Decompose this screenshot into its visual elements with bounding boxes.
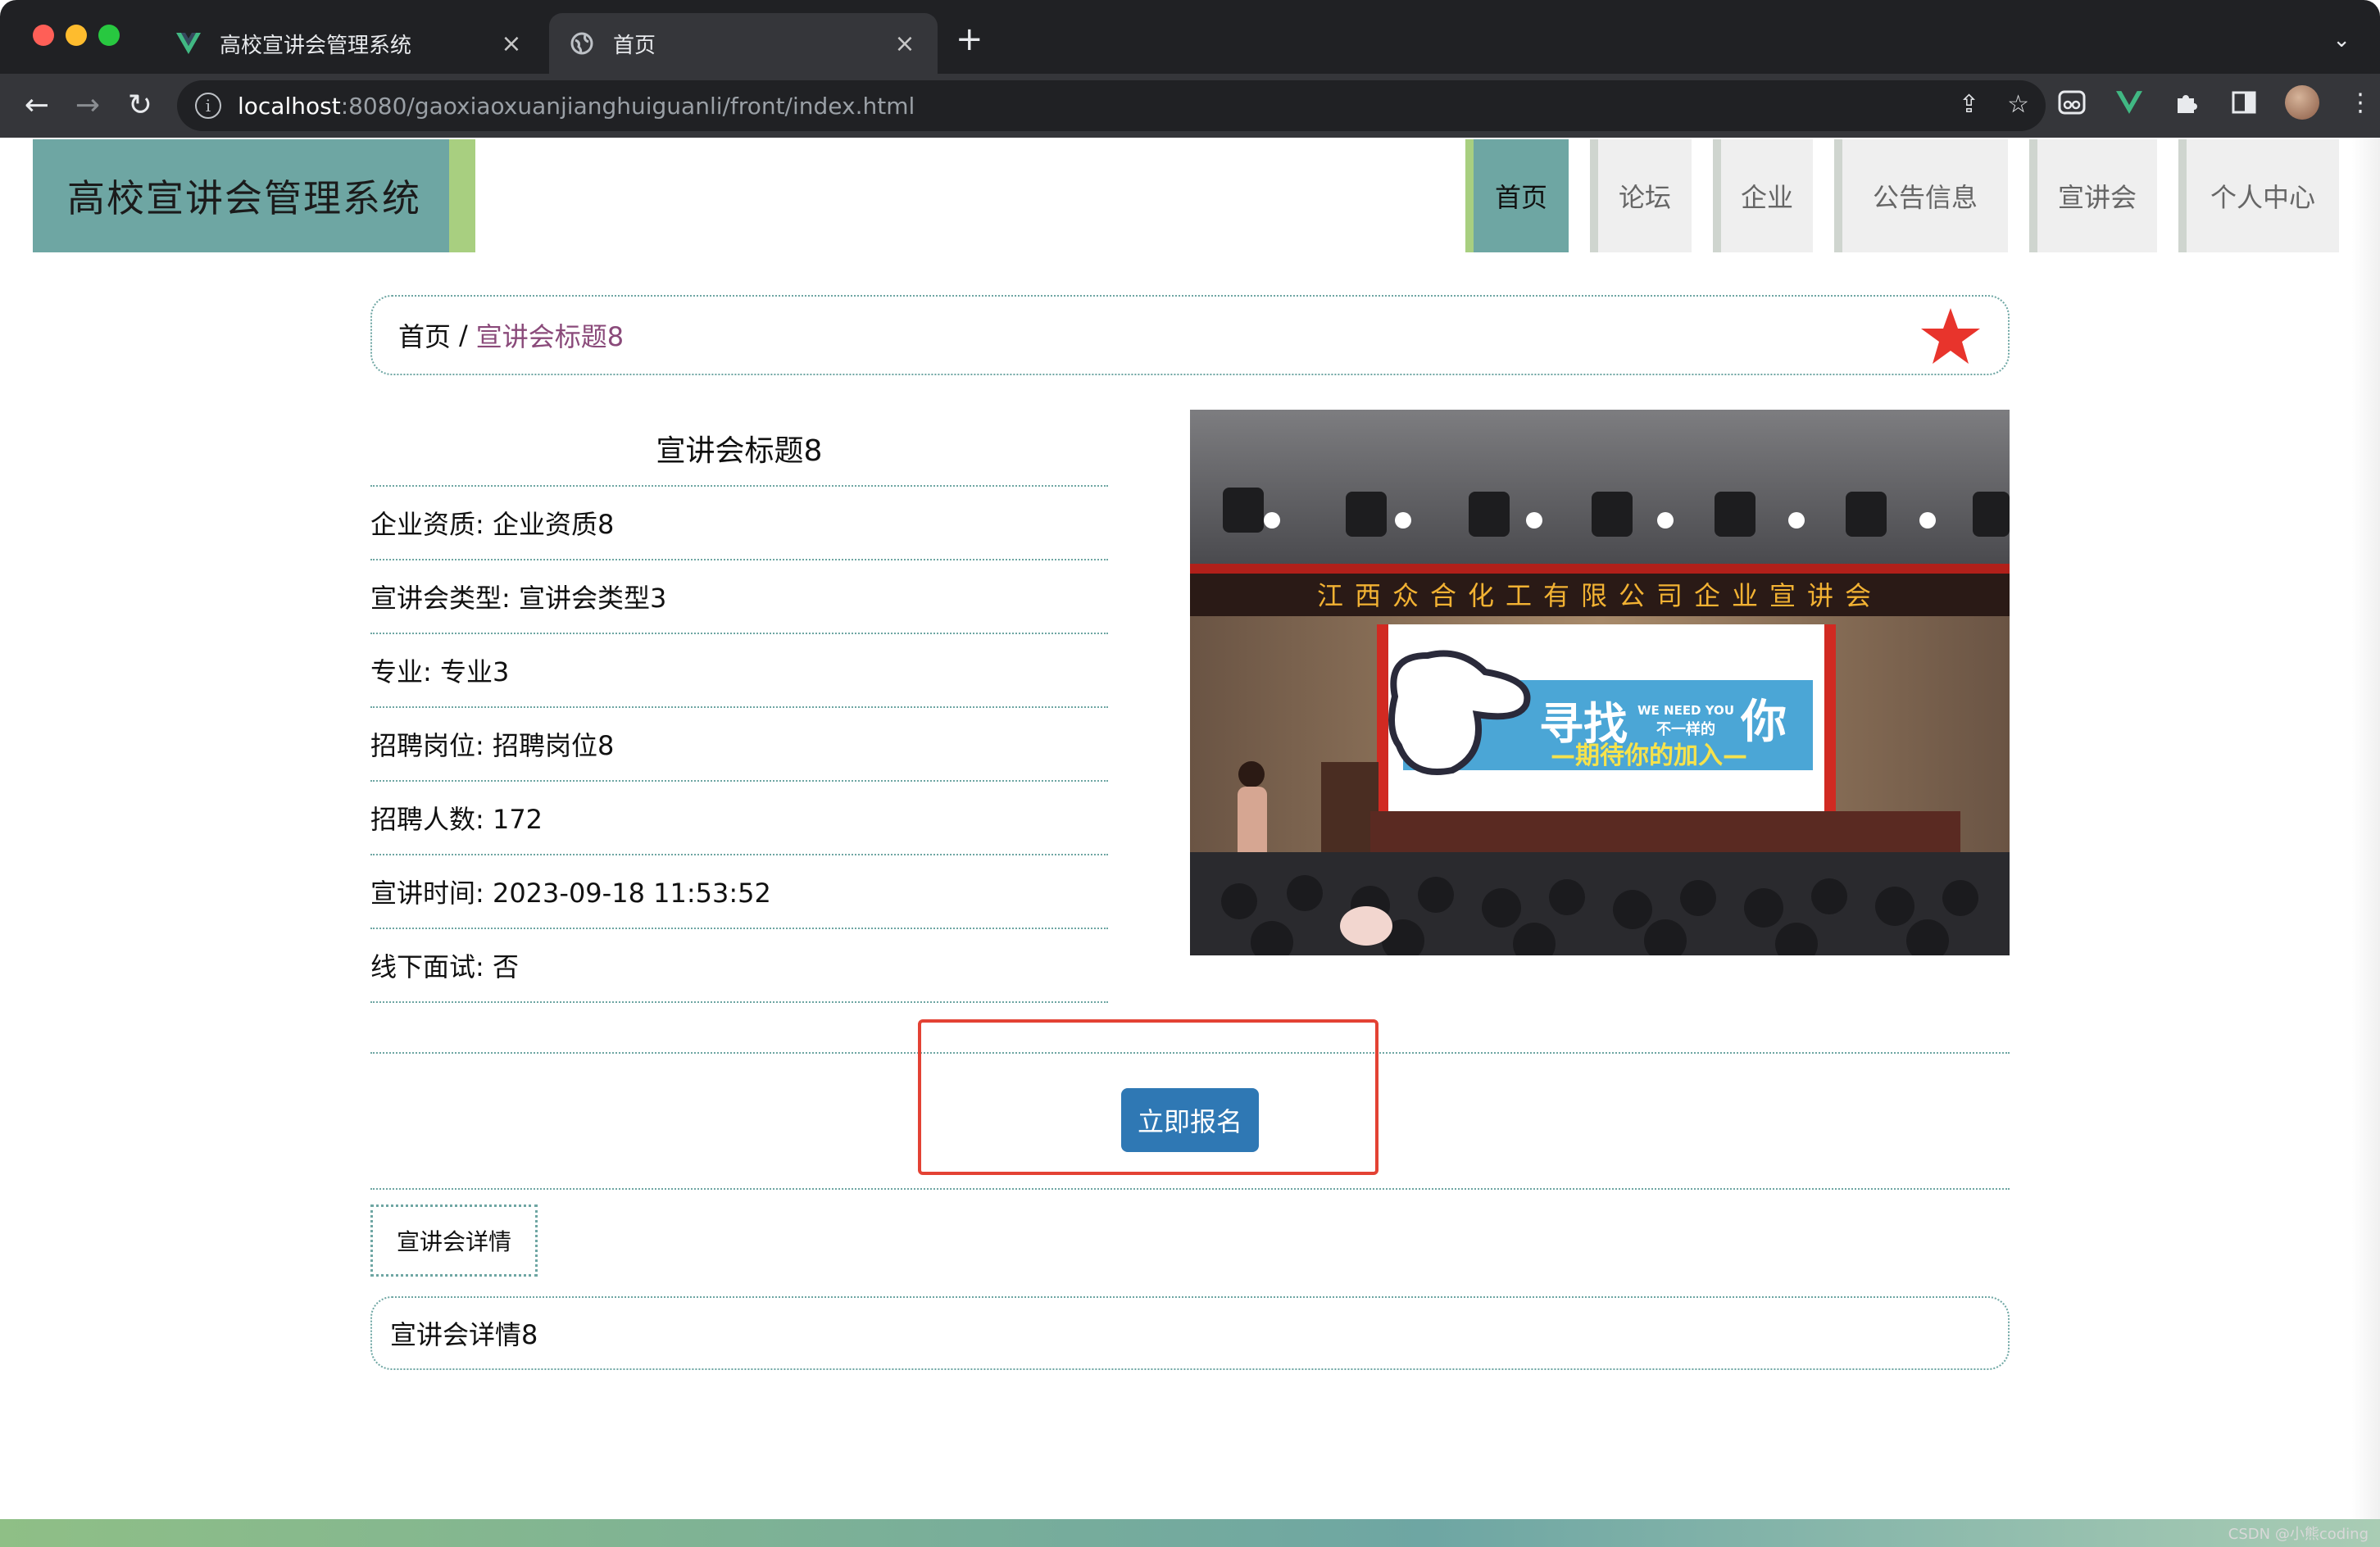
- forward-arrow-icon[interactable]: →: [69, 87, 107, 125]
- breadcrumb-separator: /: [459, 320, 468, 351]
- globe-icon: [569, 30, 595, 57]
- nav-item-talk[interactable]: 宣讲会: [2029, 139, 2157, 252]
- photo-screen-en: WE NEED YOU: [1637, 703, 1734, 718]
- page-content: 高校宣讲会管理系统 首页 论坛 企业 公告信息 宣讲会 个人中心 首页 / 宣讲…: [0, 138, 2380, 1547]
- talk-photo: 江西众合化工有限公司企业宣讲会 寻找 WE NEED YOU 不一样的 你 —期…: [1190, 410, 2010, 955]
- nav-item-forum[interactable]: 论坛: [1590, 139, 1692, 252]
- url-text: localhost:8080/gaoxiaoxuanjianghuiguanli…: [238, 92, 915, 120]
- nav-item-notice[interactable]: 公告信息: [1834, 139, 2008, 252]
- talk-title: 宣讲会标题8: [370, 411, 1108, 487]
- field-talk-time: 宣讲时间: 2023-09-18 11:53:52: [370, 855, 1108, 929]
- bookmark-star-icon[interactable]: ☆: [2007, 90, 2029, 119]
- info-panel: 宣讲会标题8 企业资质: 企业资质8 宣讲会类型: 宣讲会类型3 专业: 专业3…: [370, 411, 1108, 1003]
- back-arrow-icon[interactable]: ←: [18, 87, 56, 125]
- reload-icon[interactable]: ↻: [121, 87, 159, 125]
- field-company-qualification: 企业资质: 企业资质8: [370, 487, 1108, 560]
- talk-details-content: 宣讲会详情8: [370, 1296, 2010, 1370]
- nav-item-company[interactable]: 企业: [1713, 139, 1813, 252]
- vue-logo-icon: [175, 30, 202, 57]
- field-headcount: 招聘人数: 172: [370, 782, 1108, 855]
- browser-tab-home[interactable]: 首页 ×: [549, 13, 938, 74]
- nav-item-personal-center[interactable]: 个人中心: [2178, 139, 2339, 252]
- field-talk-type: 宣讲会类型: 宣讲会类型3: [370, 560, 1108, 634]
- photo-screen-cn: 不一样的: [1656, 720, 1715, 738]
- profile-avatar[interactable]: [2285, 85, 2319, 120]
- tab-title: 首页: [613, 33, 656, 58]
- main-nav: 首页 论坛 企业 公告信息 宣讲会 个人中心: [1444, 139, 2339, 252]
- close-window-button[interactable]: [33, 25, 54, 46]
- nav-item-home[interactable]: 首页: [1465, 139, 1569, 252]
- extensions-puzzle-icon[interactable]: [2170, 86, 2203, 119]
- field-major: 专业: 专业3: [370, 634, 1108, 708]
- browser-tab-strip: 高校宣讲会管理系统 × 首页 × + ⌄: [0, 0, 2380, 74]
- close-tab-icon[interactable]: ×: [498, 29, 525, 58]
- minimize-window-button[interactable]: [66, 25, 87, 46]
- close-tab-icon[interactable]: ×: [892, 29, 918, 58]
- photo-banner-text: 江西众合化工有限公司企业宣讲会: [1317, 580, 1883, 611]
- browser-menu-icon[interactable]: ⋮: [2344, 86, 2377, 119]
- extension-reader-icon[interactable]: [2055, 86, 2088, 119]
- address-bar[interactable]: i localhost:8080/gaoxiaoxuanjianghuiguan…: [177, 80, 2046, 131]
- site-logo[interactable]: 高校宣讲会管理系统: [33, 139, 475, 252]
- star-icon[interactable]: [1919, 305, 1982, 374]
- field-offline-interview: 线下面试: 否: [370, 929, 1108, 1003]
- maximize-window-button[interactable]: [98, 25, 120, 46]
- signup-button[interactable]: 立即报名: [1121, 1088, 1259, 1152]
- scrollbar-gutter: [2352, 138, 2380, 1547]
- field-position: 招聘岗位: 招聘岗位8: [370, 708, 1108, 782]
- photo-screen-sub: —期待你的加入—: [1551, 742, 1747, 770]
- tab-talk-details[interactable]: 宣讲会详情: [370, 1204, 538, 1277]
- tab-search-icon[interactable]: ⌄: [2332, 28, 2350, 52]
- browser-tab-system[interactable]: 高校宣讲会管理系统 ×: [156, 13, 544, 74]
- breadcrumb-home[interactable]: 首页: [398, 316, 451, 354]
- breadcrumb: 首页 / 宣讲会标题8: [370, 295, 2010, 375]
- footer-bar: [0, 1519, 2380, 1547]
- new-tab-button[interactable]: +: [956, 23, 983, 56]
- browser-toolbar: ← → ↻ i localhost:8080/gaoxiaoxuanjiangh…: [0, 74, 2380, 138]
- vue-devtools-icon[interactable]: [2113, 86, 2146, 119]
- side-panel-icon[interactable]: [2228, 86, 2260, 119]
- breadcrumb-current: 宣讲会标题8: [475, 321, 625, 352]
- watermark: CSDN @小熊coding: [2228, 1526, 2369, 1543]
- tab-title: 高校宣讲会管理系统: [220, 33, 412, 58]
- site-info-icon[interactable]: i: [195, 93, 221, 119]
- share-icon[interactable]: ⇪: [1959, 90, 1979, 119]
